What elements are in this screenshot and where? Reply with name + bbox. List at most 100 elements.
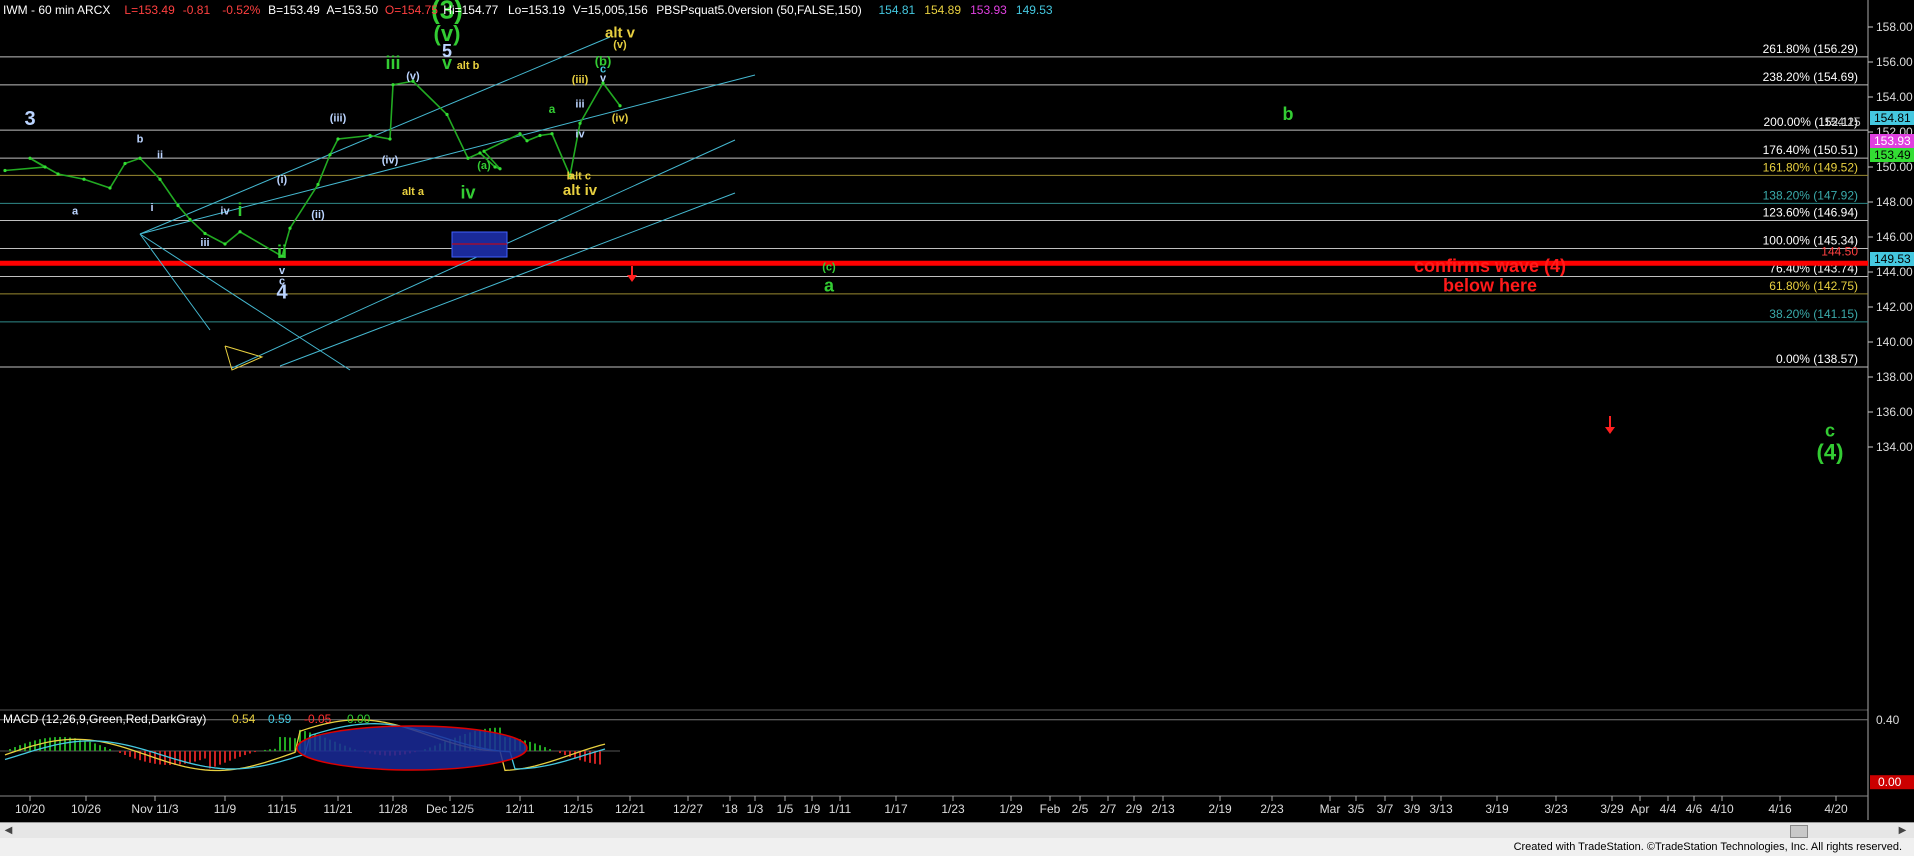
wave-label: below here: [1443, 275, 1537, 295]
wave-label: (4): [1817, 439, 1844, 464]
price-point: [188, 217, 192, 222]
x-tick-label: 2/7: [1100, 802, 1117, 816]
wave-label: alt b: [457, 60, 480, 72]
price-tag: 149.53: [1874, 252, 1911, 266]
x-tick-label: 3/23: [1544, 802, 1568, 816]
wave-label: 4: [276, 281, 288, 303]
price-point: [525, 139, 529, 143]
y-tick-label: 154.00: [1876, 90, 1913, 104]
x-tick-label: 12/27: [673, 802, 703, 816]
x-tick-label: 4/16: [1768, 802, 1792, 816]
price-tag: 153.93: [1874, 134, 1911, 148]
macd-value: 0.59: [268, 712, 292, 726]
price-point: [138, 156, 142, 160]
macd-value: -0.05: [304, 712, 332, 726]
wave-label: ii: [157, 149, 163, 161]
price-point: [336, 137, 340, 141]
macd-value: 0.54: [232, 712, 256, 726]
price-point: [493, 165, 497, 169]
wave-label: (a): [477, 160, 491, 172]
price-point: [466, 156, 470, 160]
wave-label: (c): [822, 261, 836, 273]
price-point: [238, 230, 242, 234]
x-tick-label: 11/9: [214, 802, 237, 816]
x-tick-label: 2/9: [1126, 802, 1143, 816]
x-tick-label: 1/5: [777, 802, 794, 816]
price-point: [328, 153, 332, 157]
highlight-box: [451, 231, 508, 258]
price-point: [388, 137, 392, 141]
price-point: [108, 186, 112, 190]
wave-label: iii: [385, 53, 400, 73]
x-tick-label: 3/9: [1404, 802, 1421, 816]
wave-label: v: [442, 53, 452, 73]
wave-label: alt c: [569, 170, 591, 182]
y-tick-label: 144.00: [1876, 265, 1913, 279]
x-tick-label: 1/29: [999, 802, 1023, 816]
wave-label: alt iv: [563, 182, 598, 199]
wave-label: (i): [277, 174, 288, 186]
wave-label: b: [137, 134, 144, 146]
macd-last-tag: 0.00: [1878, 775, 1902, 789]
x-tick-label: 4/10: [1710, 802, 1734, 816]
x-tick-label: Dec 12/5: [426, 802, 474, 816]
wave-label: a: [549, 102, 556, 116]
wave-label: iii: [200, 237, 209, 249]
wave-label: a: [72, 205, 79, 217]
header-value: 153.93: [970, 3, 1007, 17]
x-tick-label: 1/23: [941, 802, 965, 816]
horizontal-scrollbar[interactable]: ◀ ▶: [0, 822, 1914, 838]
x-tick-label: '18: [722, 802, 738, 816]
header-value: L=153.49: [124, 3, 175, 17]
header-value: -0.81: [183, 3, 211, 17]
fib-label: 176.40% (150.51): [1763, 143, 1858, 157]
y-tick-label: 146.00: [1876, 230, 1913, 244]
header-value: 149.53: [1016, 3, 1053, 17]
y-tick-label: 148.00: [1876, 195, 1913, 209]
scroll-thumb[interactable]: [1790, 825, 1808, 838]
scroll-left-icon[interactable]: ◀: [2, 824, 15, 837]
x-tick-label: 2/5: [1072, 802, 1089, 816]
price-point: [3, 168, 7, 173]
x-tick-label: 12/11: [505, 802, 534, 816]
wave-label: ii: [277, 242, 287, 262]
x-tick-label: 4/6: [1686, 802, 1703, 816]
x-tick-label: 12/21: [615, 802, 645, 816]
x-tick-label: Feb: [1040, 802, 1061, 816]
y-tick-label: 156.00: [1876, 55, 1913, 69]
chart-header: IWM - 60 min ARCX L=153.49 -0.81 -0.52% B=15…: [3, 3, 1053, 17]
y-tick-label: 140.00: [1876, 335, 1913, 349]
price-point: [538, 133, 542, 138]
x-tick-label: 1/9: [804, 802, 821, 816]
price-point: [391, 83, 395, 87]
fib-label: 123.60% (146.94): [1763, 206, 1858, 220]
price-point: [316, 182, 320, 187]
wave-label: alt a: [402, 186, 425, 198]
wave-label: (v): [613, 39, 627, 51]
x-tick-label: 1/11: [829, 802, 852, 816]
scroll-right-icon[interactable]: ▶: [1896, 824, 1909, 837]
price-point: [56, 172, 60, 176]
x-tick-label: 11/28: [378, 802, 407, 816]
wave-label: iv: [460, 183, 475, 203]
x-tick-label: 4/4: [1660, 802, 1677, 816]
price-point: [82, 177, 86, 181]
x-tick-label: 3/19: [1485, 802, 1509, 816]
y-tick-label: 136.00: [1876, 405, 1913, 419]
fib-label: 261.80% (156.29): [1763, 42, 1858, 56]
x-tick-label: Apr: [1631, 802, 1650, 816]
header-value: Lo=153.19: [508, 3, 565, 17]
wave-label: (iii): [572, 74, 589, 86]
price-point: [288, 226, 292, 230]
price-point: [498, 167, 502, 171]
header-value: A=153.50: [327, 3, 379, 17]
macd-value: 0.00: [347, 712, 371, 726]
wave-label: b: [1283, 104, 1294, 124]
header-value: V=15,005,156: [573, 3, 648, 17]
wave-label: (iv): [382, 155, 399, 167]
wave-label: i: [237, 200, 242, 220]
x-tick-label: 2/13: [1151, 802, 1175, 816]
wave-label: iii: [575, 99, 584, 111]
price-point: [445, 112, 449, 117]
price-point: [203, 231, 207, 236]
